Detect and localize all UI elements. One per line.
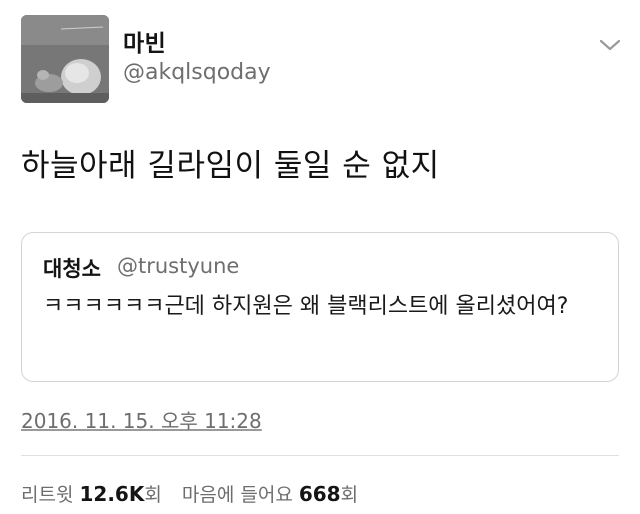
tweet-text: 하늘아래 길라임이 둘일 순 없지	[21, 148, 440, 184]
quoted-text: ㅋㅋㅋㅋㅋㅋ근데 하지원은 왜 블랙리스트에 올리셨어여?	[43, 294, 569, 319]
engagement-stats: 리트윗 12.6K회 마음에 들어요 668회	[21, 480, 372, 507]
like-unit: 회	[340, 484, 359, 506]
tweet-card: 마빈 @akqlsqoday 하늘아래 길라임이 둘일 순 없지 대청소 @tr…	[0, 0, 640, 514]
chevron-down-icon[interactable]	[598, 36, 622, 54]
avatar[interactable]	[21, 15, 109, 103]
like-number: 668	[298, 482, 341, 506]
quoted-tweet[interactable]: 대청소 @trustyune ㅋㅋㅋㅋㅋㅋ근데 하지원은 왜 블랙리스트에 올리…	[21, 232, 619, 382]
author-handle[interactable]: @akqlsqoday	[123, 60, 271, 85]
quoted-handle: @trustyune	[117, 254, 240, 278]
like-count[interactable]: 마음에 들어요 668회	[182, 480, 358, 507]
retweet-count[interactable]: 리트윗 12.6K회	[21, 480, 162, 507]
like-label: 마음에 들어요	[181, 484, 293, 506]
retweet-label: 리트윗	[21, 484, 74, 506]
avatar-image	[21, 15, 109, 103]
quoted-display-name: 대청소	[43, 257, 101, 281]
author-display-name[interactable]: 마빈	[123, 24, 166, 58]
divider	[21, 455, 619, 456]
retweet-number: 12.6K	[79, 482, 145, 506]
tweet-timestamp[interactable]: 2016. 11. 15. 오후 11:28	[21, 405, 262, 434]
retweet-unit: 회	[144, 484, 162, 506]
